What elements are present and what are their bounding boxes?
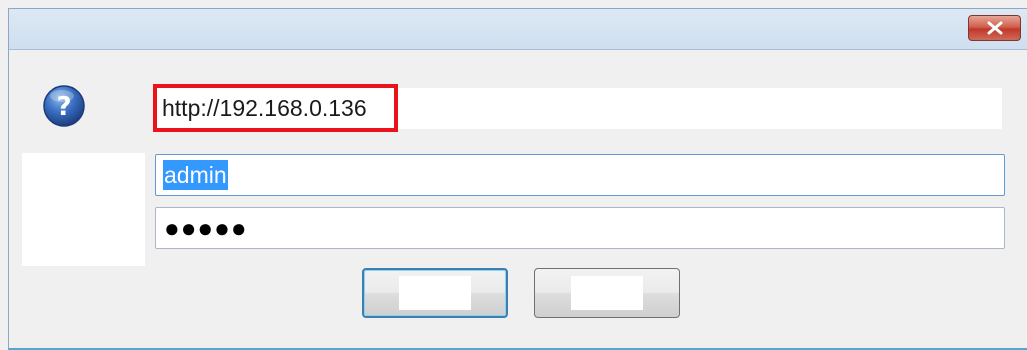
close-button[interactable] <box>968 15 1021 41</box>
url-highlight-box <box>153 84 398 132</box>
close-x-icon <box>987 21 1002 35</box>
svg-text:?: ? <box>56 92 71 122</box>
ok-button[interactable] <box>362 268 508 318</box>
question-mark-icon: ? <box>43 85 85 127</box>
title-bar[interactable] <box>9 9 1027 50</box>
blank-panel <box>22 153 145 266</box>
cancel-button[interactable] <box>534 268 680 318</box>
username-text: admin <box>163 160 228 190</box>
ok-button-label <box>399 276 471 310</box>
password-input[interactable]: ●●●●● <box>155 207 1005 249</box>
cancel-button-label <box>571 276 643 310</box>
password-text: ●●●●● <box>164 213 248 243</box>
login-dialog: ? http://192.168.0.136 admin ●●●●● <box>0 0 1027 350</box>
username-input[interactable]: admin <box>155 154 1005 196</box>
